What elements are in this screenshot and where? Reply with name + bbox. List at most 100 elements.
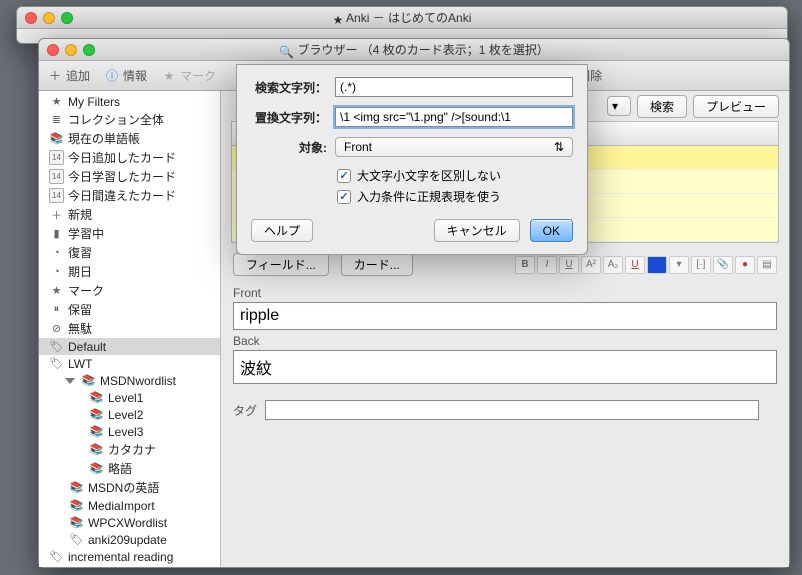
browser-title: ブラウザー （4 枚のカード表示；1 枚を選択） xyxy=(297,43,548,57)
sidebar-item-3[interactable]: 14 今日追加したカード xyxy=(39,148,220,167)
cancel-button[interactable]: キャンセル xyxy=(434,219,520,242)
checkbox-icon: ✓ xyxy=(337,190,351,204)
stack-icon: ≣ xyxy=(49,112,64,127)
tag-icon: 🏷 xyxy=(49,356,64,371)
info-icon: ⓘ xyxy=(104,68,120,84)
sidebar-item-label: マーク xyxy=(68,282,104,299)
close-icon[interactable] xyxy=(25,12,37,24)
sidebar-item-label: My Filters xyxy=(68,95,120,109)
sidebar: ★My Filters≣コレクション全体📚現在の単語帳14今日追加したカード14… xyxy=(39,91,221,567)
sidebar-item-label: 復習 xyxy=(68,244,92,261)
preview-button[interactable]: プレビュー xyxy=(693,95,779,118)
star-icon: ★ xyxy=(49,283,64,298)
minimize-icon[interactable] xyxy=(65,44,77,56)
sidebar-item-24[interactable]: 🏷anki209update xyxy=(39,531,220,548)
sidebar-item-17[interactable]: 📚 Level2 xyxy=(39,406,220,423)
search-button[interactable]: 検索 xyxy=(637,95,687,118)
deck-icon: 📚 xyxy=(49,131,64,146)
sidebar-item-23[interactable]: 📚WPCXWordlist xyxy=(39,514,220,531)
sidebar-item-label: 無駄 xyxy=(68,320,92,337)
color-picker-button[interactable]: ▾ xyxy=(669,256,689,274)
sidebar-item-10[interactable]: ★ マーク xyxy=(39,281,220,300)
search-icon: 🔍 xyxy=(279,45,294,59)
checkbox-icon: ✓ xyxy=(337,169,351,183)
sidebar-item-11[interactable]: ⏸保留 xyxy=(39,300,220,319)
clear-format-button[interactable]: U xyxy=(625,256,645,274)
search-string-label: 検索文字列： xyxy=(251,79,327,96)
chevron-updown-icon: ⇅ xyxy=(554,140,564,154)
close-icon[interactable] xyxy=(47,44,59,56)
sidebar-item-6[interactable]: ＋新規 xyxy=(39,205,220,224)
ignore-case-checkbox[interactable]: ✓大文字小文字を区別しない xyxy=(337,167,573,184)
cal-icon: 14 xyxy=(49,169,64,184)
subscript-button[interactable]: A₂ xyxy=(603,256,623,274)
deck-icon: 📚 xyxy=(89,461,104,476)
sidebar-item-5[interactable]: 14今日間違えたカード xyxy=(39,186,220,205)
sidebar-item-label: 新規 xyxy=(68,206,92,223)
italic-button[interactable]: I xyxy=(537,256,557,274)
record-button[interactable]: ● xyxy=(735,256,755,274)
back-label: Back xyxy=(233,334,777,348)
zoom-icon[interactable] xyxy=(61,12,73,24)
search-string-input[interactable] xyxy=(335,77,573,97)
help-button[interactable]: ヘルプ xyxy=(251,219,313,242)
sidebar-item-18[interactable]: 📚Level3 xyxy=(39,423,220,440)
sidebar-item-label: Default xyxy=(68,340,106,354)
add-button[interactable]: ＋追加 xyxy=(47,67,90,84)
disclosure-icon[interactable] xyxy=(65,378,75,384)
search-history-dropdown[interactable]: ▾ xyxy=(607,96,631,116)
sidebar-item-20[interactable]: 📚 略語 xyxy=(39,459,220,478)
sidebar-item-22[interactable]: 📚MediaImport xyxy=(39,497,220,514)
sidebar-item-label: LWT xyxy=(68,357,92,371)
sidebar-item-14[interactable]: 🏷 LWT xyxy=(39,355,220,372)
sidebar-item-15[interactable]: 📚MSDNwordlist xyxy=(39,372,220,389)
sidebar-item-label: 現在の単語帳 xyxy=(68,130,140,147)
deck-icon: 📚 xyxy=(89,390,104,405)
sidebar-item-12[interactable]: ⊘無駄 xyxy=(39,319,220,338)
deck-icon: 📚 xyxy=(89,442,104,457)
regex-checkbox[interactable]: ✓入力条件に正規表現を使う xyxy=(337,188,573,205)
superscript-button[interactable]: A² xyxy=(581,256,601,274)
sidebar-item-25[interactable]: 🏷incremental reading xyxy=(39,548,220,565)
cloze-button[interactable]: [·] xyxy=(691,256,711,274)
sidebar-item-label: MSDNの英語 xyxy=(88,479,159,496)
front-field[interactable]: ripple xyxy=(233,302,777,330)
minimize-icon[interactable] xyxy=(43,12,55,24)
replace-string-input[interactable] xyxy=(335,107,573,127)
deck-icon: 📚 xyxy=(89,407,104,422)
plus-icon: ＋ xyxy=(47,68,63,84)
color-button[interactable] xyxy=(647,256,667,274)
zoom-icon[interactable] xyxy=(83,44,95,56)
tag-field[interactable] xyxy=(265,400,759,420)
sidebar-item-label: Level1 xyxy=(108,391,143,405)
main-title: Anki － はじめてのAnki xyxy=(346,11,471,25)
back-field[interactable]: 波紋 xyxy=(233,350,777,384)
sidebar-item-1[interactable]: ≣コレクション全体 xyxy=(39,110,220,129)
sidebar-item-label: Level2 xyxy=(108,408,143,422)
more-button[interactable]: ▤ xyxy=(757,256,777,274)
sidebar-item-2[interactable]: 📚 現在の単語帳 xyxy=(39,129,220,148)
sidebar-item-label: 略語 xyxy=(108,460,132,477)
sidebar-item-9[interactable]: ◔期日 xyxy=(39,262,220,281)
attach-button[interactable]: 📎 xyxy=(713,256,733,274)
deck-icon: 📚 xyxy=(81,373,96,388)
sidebar-item-16[interactable]: 📚 Level1 xyxy=(39,389,220,406)
target-select[interactable]: Front⇅ xyxy=(335,137,573,157)
underline-button[interactable]: U xyxy=(559,256,579,274)
cal-icon: 14 xyxy=(49,150,64,165)
sidebar-item-21[interactable]: 📚 MSDNの英語 xyxy=(39,478,220,497)
info-button[interactable]: ⓘ情報 xyxy=(104,67,147,84)
sidebar-item-0[interactable]: ★My Filters xyxy=(39,93,220,110)
deck-icon: 📚 xyxy=(69,480,84,495)
sidebar-item-7[interactable]: ▮学習中 xyxy=(39,224,220,243)
sidebar-item-label: 今日追加したカード xyxy=(68,149,176,166)
sidebar-item-4[interactable]: 14今日学習したカード xyxy=(39,167,220,186)
ok-button[interactable]: OK xyxy=(530,219,573,242)
mark-button[interactable]: ★マーク xyxy=(161,67,216,84)
cards-button[interactable]: カード... xyxy=(341,253,413,276)
sidebar-item-8[interactable]: ◔復習 xyxy=(39,243,220,262)
fields-button[interactable]: フィールド... xyxy=(233,253,329,276)
sidebar-item-13[interactable]: 🏷Default xyxy=(39,338,220,355)
sidebar-item-19[interactable]: 📚カタカナ xyxy=(39,440,220,459)
bold-button[interactable]: B xyxy=(515,256,535,274)
